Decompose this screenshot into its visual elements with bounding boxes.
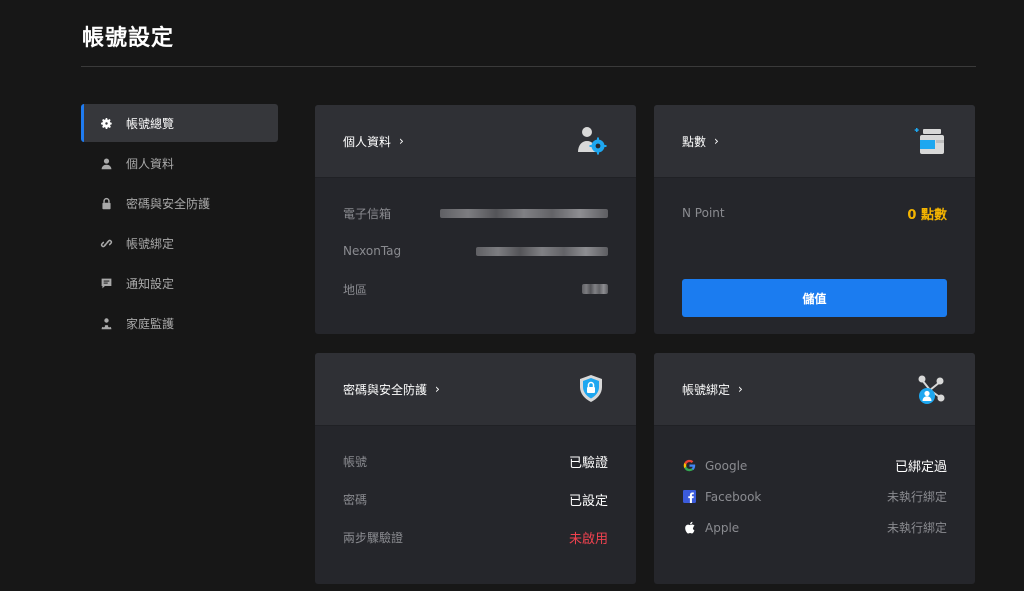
points-card: 點數 › N Point 0 點數 儲值 [654,105,975,334]
account-label: 帳號 [343,454,368,469]
security-row-2fa: 兩步驟驗證 未啟用 [343,518,608,556]
security-row-account: 帳號 已驗證 [343,442,608,480]
google-label: Google [705,458,748,473]
binding-row-google: Google 已綁定過 [682,450,947,481]
profile-card: 個人資料 › 電子信箱 NexonTag 地區 [315,105,636,334]
security-card-header: 密碼與安全防護 › [315,353,636,426]
binding-title: 帳號綁定 [682,382,731,397]
points-card-header: 點數 › [654,105,975,178]
two-step-label: 兩步驟驗證 [343,530,404,545]
security-title: 密碼與安全防護 [343,382,428,397]
chevron-right-icon: › [435,382,440,396]
binding-row-apple: Apple 未執行綁定 [682,512,947,543]
sidebar-item-account-overview[interactable]: 帳號總覽 [81,104,278,142]
profile-card-header: 個人資料 › [315,105,636,178]
family-icon [99,316,113,330]
points-title-link[interactable]: 點數 › [682,133,719,150]
profile-row-email: 電子信箱 [343,194,608,232]
page-title: 帳號設定 [82,26,175,51]
profile-row-nexontag: NexonTag [343,232,608,270]
chevron-right-icon: › [714,134,719,148]
gear-icon [99,116,113,130]
message-icon [99,276,113,290]
binding-card-header: 帳號綁定 › [654,353,975,426]
sidebar-item-label: 個人資料 [126,156,175,171]
sidebar-item-label: 帳號綁定 [126,236,175,251]
sidebar-item-label: 帳號總覽 [126,116,175,131]
sidebar-item-security[interactable]: 密碼與安全防護 [81,184,278,222]
charge-button[interactable]: 儲值 [682,279,947,317]
npoint-label: N Point [682,206,725,220]
sidebar-item-account-binding[interactable]: 帳號綁定 [81,224,278,262]
binding-card: 帳號綁定 › Google 已綁定過 Facebook 未執行綁定 Apple … [654,353,975,584]
region-value-redacted [582,284,608,294]
email-value-redacted [440,208,608,218]
sidebar-item-label: 密碼與安全防護 [126,196,211,211]
security-card: 密碼與安全防護 › 帳號 已驗證 密碼 已設定 兩步驟驗證 未啟用 [315,353,636,584]
link-icon [99,236,113,250]
facebook-label: Facebook [705,489,762,504]
profile-row-region: 地區 [343,270,608,308]
shield-lock-icon [574,372,608,406]
apple-status: 未執行綁定 [886,521,947,535]
google-status: 已綁定過 [894,460,947,475]
chevron-right-icon: › [399,134,404,148]
profile-title-link[interactable]: 個人資料 › [343,133,404,150]
account-network-icon [913,372,947,406]
password-status: 已設定 [568,493,608,509]
sidebar-item-profile[interactable]: 個人資料 [81,144,278,182]
sidebar-item-notifications[interactable]: 通知設定 [81,264,278,302]
password-label: 密碼 [343,492,368,507]
chevron-right-icon: › [738,382,743,396]
points-bottle-icon [913,124,947,158]
lock-icon [99,196,113,210]
npoint-value: 0 點數 [907,207,947,223]
sidebar-item-label: 通知設定 [126,276,175,291]
sidebar-item-label: 家庭監護 [126,316,175,331]
sidebar-item-family[interactable]: 家庭監護 [81,304,278,342]
sidebar: 帳號總覽 個人資料 密碼與安全防護 帳號綁定 通知設定 家庭監護 [81,104,278,344]
facebook-status: 未執行綁定 [886,490,947,504]
nexontag-label: NexonTag [343,244,402,258]
npoint-row: N Point 0 點數 [682,194,947,232]
two-step-status: 未啟用 [568,531,608,547]
nexontag-value-redacted [476,246,608,256]
email-label: 電子信箱 [343,206,392,221]
google-provider: Google [682,459,747,473]
apple-icon [682,521,696,535]
profile-settings-icon [574,124,608,158]
person-icon [99,156,113,170]
apple-label: Apple [705,520,740,535]
google-icon [682,459,696,473]
profile-title: 個人資料 [343,134,392,149]
region-label: 地區 [343,282,368,297]
security-title-link[interactable]: 密碼與安全防護 › [343,381,440,398]
facebook-provider: Facebook [682,490,761,504]
facebook-icon [682,490,696,504]
points-title: 點數 [682,134,707,149]
security-row-password: 密碼 已設定 [343,480,608,518]
account-status: 已驗證 [568,455,608,471]
binding-row-facebook: Facebook 未執行綁定 [682,481,947,512]
apple-provider: Apple [682,521,739,535]
binding-title-link[interactable]: 帳號綁定 › [682,381,743,398]
title-divider [81,66,976,67]
